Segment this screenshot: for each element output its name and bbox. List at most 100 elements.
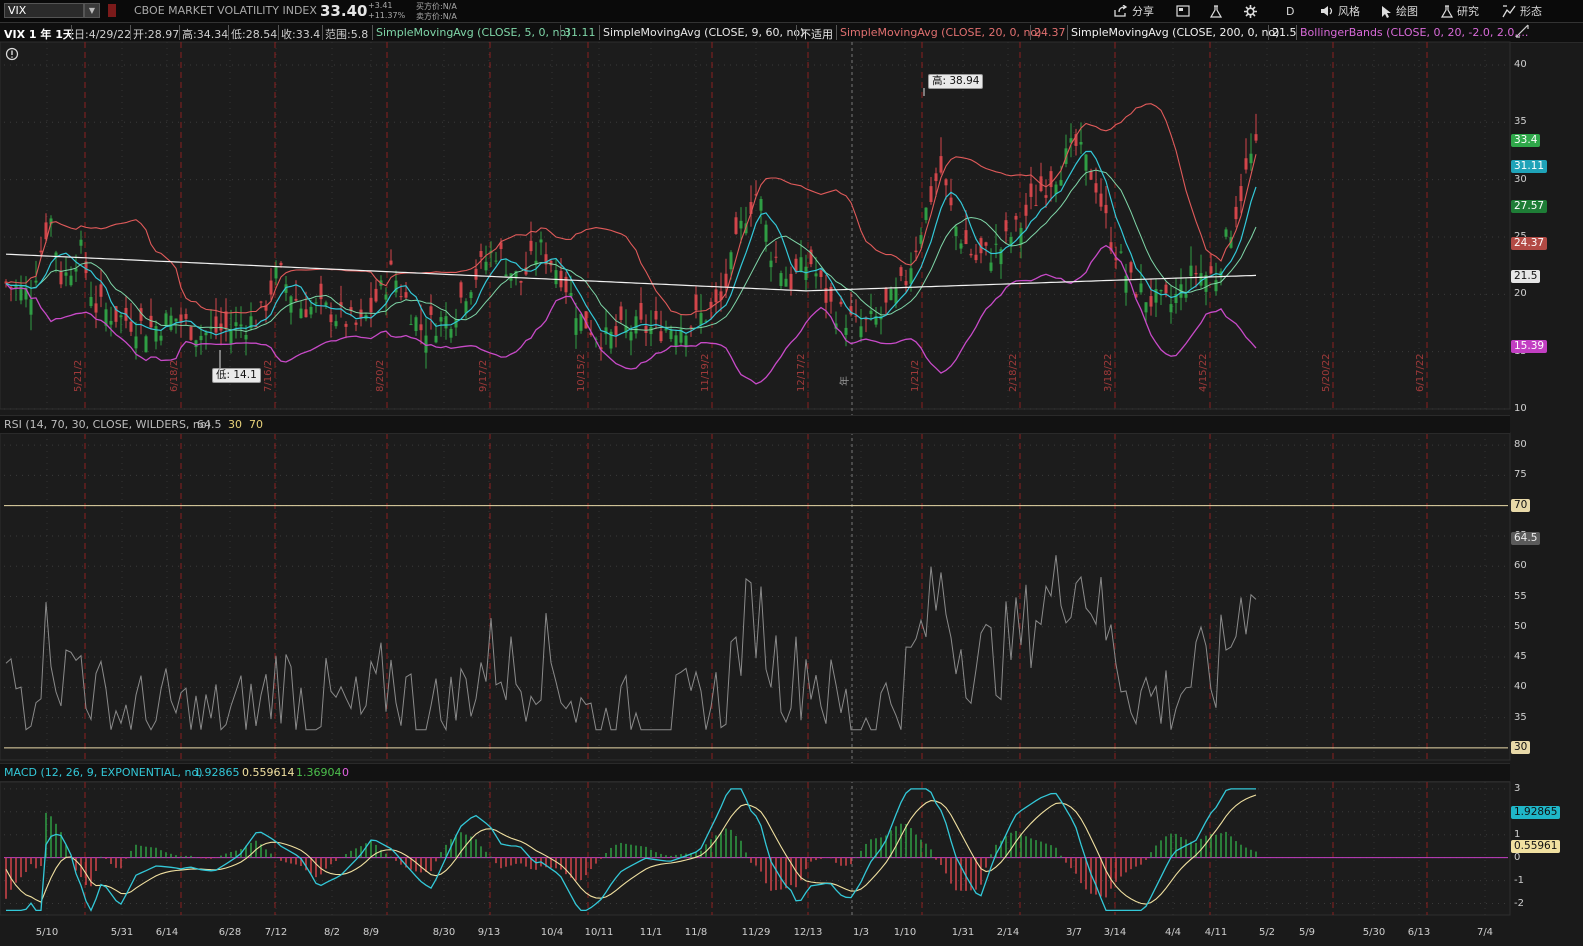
- rsi-axis-label: 80: [1514, 439, 1527, 451]
- candle-body: [759, 199, 763, 211]
- candle-body: [684, 335, 688, 348]
- candle-body: [1139, 283, 1143, 293]
- candle-body: [949, 197, 953, 206]
- expiration-label: 10/15/2: [576, 353, 587, 392]
- year-label: 年: [838, 376, 851, 386]
- candle-body: [729, 252, 733, 270]
- candle-body: [434, 335, 438, 343]
- candle-body: [939, 156, 943, 173]
- candle-body: [934, 173, 938, 182]
- candle-body: [234, 322, 238, 326]
- candle-body: [1034, 205, 1038, 207]
- candle-body: [1234, 206, 1238, 220]
- expiration-label: 3/18/22: [1103, 353, 1114, 392]
- x-axis-date-label: 6/14: [155, 927, 179, 938]
- candle-body: [929, 186, 933, 202]
- x-axis-date-label: 11/29: [741, 927, 771, 938]
- price-tag: 31.11: [1511, 159, 1548, 173]
- price-axis-label: 30: [1514, 173, 1527, 185]
- candle-body: [259, 301, 263, 303]
- x-axis-date-label: 7/4: [1476, 927, 1494, 938]
- candle-body: [244, 334, 248, 340]
- candle-body: [1044, 195, 1048, 198]
- candle-body: [1164, 284, 1168, 294]
- price-axis-label: 40: [1514, 58, 1527, 70]
- candle-body: [859, 326, 863, 338]
- x-axis-date-label: 5/2: [1258, 927, 1276, 938]
- candle-body: [1089, 170, 1093, 180]
- candle-body: [79, 239, 83, 246]
- low-bubble: 低: 14.1: [212, 368, 261, 383]
- candle-body: [294, 298, 298, 301]
- candle-body: [74, 268, 78, 272]
- x-axis-date-label: 5/9: [1298, 927, 1316, 938]
- candle-body: [1254, 134, 1258, 141]
- candle-body: [649, 327, 653, 335]
- candle-body: [454, 319, 458, 328]
- rsi-value: 64.5: [197, 418, 222, 431]
- candle-body: [519, 280, 523, 283]
- candle-body: [1159, 289, 1163, 292]
- candle-body: [1189, 265, 1193, 277]
- candle-body: [369, 297, 373, 313]
- candle-body: [924, 207, 928, 220]
- candle-body: [839, 301, 843, 305]
- macd-avg: 0.559614: [242, 766, 295, 779]
- x-axis-date-label: 11/1: [639, 927, 663, 938]
- candle-body: [954, 226, 958, 237]
- candle-body: [224, 311, 228, 329]
- candle-body: [574, 318, 578, 335]
- x-axis-date-label: 8/30: [432, 927, 456, 938]
- candle-body: [194, 340, 198, 348]
- candle-body: [764, 224, 768, 242]
- candle-body: [1029, 183, 1033, 197]
- rsi-label[interactable]: RSI (14, 70, 30, CLOSE, WILDERS, no): [4, 418, 211, 431]
- candle-body: [109, 320, 113, 325]
- candle-body: [144, 336, 148, 353]
- price-axis-label: 35: [1514, 116, 1527, 128]
- candle-body: [1084, 154, 1088, 171]
- candle-body: [1059, 180, 1063, 186]
- candle-body: [919, 235, 923, 244]
- candle-body: [414, 317, 418, 332]
- x-axis-date-label: 11/8: [684, 927, 708, 938]
- x-axis-date-label: 4/4: [1164, 927, 1182, 938]
- candle-body: [304, 309, 308, 318]
- macd-label[interactable]: MACD (12, 26, 9, EXPONENTIAL, no): [4, 766, 203, 779]
- candle-body: [829, 286, 833, 302]
- candle-body: [614, 326, 618, 336]
- candle-body: [579, 313, 583, 331]
- expiration-label: 11/19/2: [700, 353, 711, 392]
- candle-body: [634, 316, 638, 334]
- candle-body: [789, 273, 793, 290]
- candle-body: [1209, 266, 1213, 274]
- x-axis-date-label: 7/12: [264, 927, 288, 938]
- rsi-header: RSI (14, 70, 30, CLOSE, WILDERS, no) 64.…: [0, 415, 1510, 434]
- candle-body: [564, 276, 568, 293]
- candle-body: [404, 292, 408, 298]
- candle-body: [69, 275, 73, 286]
- x-axis-date-label: 1/10: [893, 927, 917, 938]
- candle-body: [964, 230, 968, 245]
- expiration-label: 8/20/2: [375, 360, 386, 392]
- candle-body: [324, 302, 328, 306]
- candle-body: [134, 336, 138, 349]
- candle-body: [1184, 293, 1188, 298]
- candle-body: [689, 326, 693, 328]
- candle-body: [869, 310, 873, 315]
- candle-body: [734, 217, 738, 234]
- candle-body: [1199, 273, 1203, 286]
- price-tag: 15.39: [1511, 340, 1548, 354]
- chart-canvas[interactable]: 5/21/2 6/18/2 7/16/2 8/20/2 9/17/2 10/15/2 11/…: [0, 0, 1583, 946]
- candle-body: [164, 313, 168, 326]
- rsi-value-tag: 64.5: [1511, 531, 1541, 545]
- candle-body: [199, 335, 203, 341]
- x-axis-date-label: 6/28: [218, 927, 242, 938]
- candle-body: [34, 280, 38, 283]
- alert-icon[interactable]: [5, 47, 19, 61]
- candle-body: [554, 270, 558, 285]
- candle-body: [989, 262, 993, 271]
- rsi-axis-label: 60: [1514, 560, 1527, 572]
- high-bubble: 高: 38.94: [928, 74, 984, 89]
- candle-body: [214, 316, 218, 333]
